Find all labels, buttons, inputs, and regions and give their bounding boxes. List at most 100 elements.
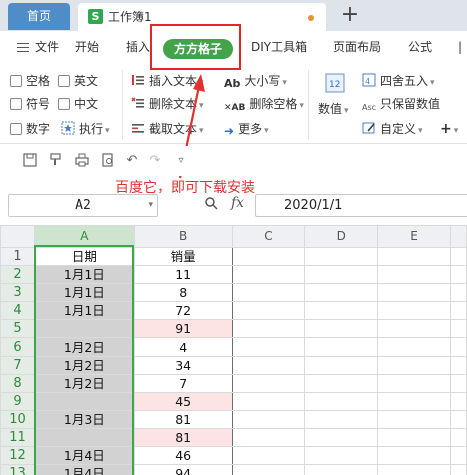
cell-b[interactable]: 72 [133,301,233,321]
cell-e[interactable] [377,373,451,393]
checkbox-box[interactable] [10,98,22,110]
delete-space-button[interactable]: ✕AB 删除空格 ▾ [224,95,304,115]
cell-overflow[interactable] [450,355,467,375]
row-header[interactable]: 5 [0,319,35,339]
menu-diy-toolbox[interactable]: DIY工具箱 [251,31,307,64]
save-icon[interactable] [22,153,38,169]
cell-a[interactable]: 1月3日 [33,409,135,429]
cell-b[interactable]: 46 [133,446,233,466]
redo-icon[interactable]: ↷ [147,153,163,169]
execute-button[interactable]: 执行 ▾ [61,120,110,140]
fx-icon[interactable]: fx [231,195,244,211]
cell-c[interactable] [231,283,306,303]
cell-b[interactable]: 81 [133,427,233,448]
cell-d[interactable] [304,409,379,429]
cell-e[interactable] [377,301,451,321]
checkbox-box[interactable] [58,98,70,110]
menu-page-layout[interactable]: 页面布局 [333,31,381,64]
cell-b[interactable]: 34 [133,355,233,375]
cell-overflow[interactable] [450,283,467,303]
cell-a[interactable] [33,319,135,339]
row-header[interactable]: 2 [0,265,35,285]
cell-d[interactable] [304,464,379,475]
customize-dropdown-icon[interactable]: ▿ [173,153,189,169]
menu-formula[interactable]: 公式 [408,31,432,64]
row-header[interactable]: 8 [0,373,35,393]
row-header[interactable]: 9 [0,391,35,411]
cell-d[interactable] [304,373,379,393]
cell-b[interactable]: 销量 [133,246,233,267]
cell-c[interactable] [231,409,306,429]
row-header[interactable]: 6 [0,337,35,357]
row-header[interactable]: 10 [0,409,35,429]
cell-e[interactable] [377,464,451,475]
extract-text-button[interactable]: 截取文本 ▾ [131,120,204,140]
checkbox-symbol[interactable]: 符号 [10,95,50,113]
format-painter-icon[interactable] [48,153,64,169]
cell-c[interactable] [231,355,306,375]
cell-c[interactable] [231,427,306,448]
undo-icon[interactable]: ↶ [124,153,140,169]
cell-overflow[interactable] [450,373,467,393]
cell-c[interactable] [231,391,306,411]
cell-b[interactable]: 81 [133,409,233,429]
checkbox-box[interactable] [58,75,70,87]
cell-c[interactable] [231,265,306,285]
row-header[interactable]: 4 [0,301,35,321]
cell-d[interactable] [304,355,379,375]
cell-e[interactable] [377,355,451,375]
insert-text-button[interactable]: 插入文本 ▾ [131,72,204,92]
cell-c[interactable] [231,337,306,357]
cell-a[interactable]: 1月4日 [33,446,135,466]
delete-text-button[interactable]: 删除文本 ▾ [131,95,204,115]
cell-e[interactable] [377,446,451,466]
menu-start[interactable]: 开始 [75,31,99,64]
plus-icon[interactable]: + ▾ [440,120,458,140]
cell-c[interactable] [231,246,306,267]
cell-a[interactable]: 日期 [33,246,135,267]
cell-e[interactable] [377,337,451,357]
cell-c[interactable] [231,373,306,393]
cell-a[interactable]: 1月1日 [33,265,135,285]
row-header[interactable]: 1 [0,246,35,267]
cell-d[interactable] [304,319,379,339]
menu-overflow[interactable]: | [458,31,462,64]
checkbox-chinese[interactable]: 中文 [58,95,98,113]
cell-d[interactable] [304,427,379,448]
keep-value-button[interactable]: Asc 只保留数值 [362,95,440,113]
cell-e[interactable] [377,427,451,448]
tab-home[interactable]: 首页 [8,3,70,30]
row-header[interactable]: 3 [0,283,35,303]
select-all-corner[interactable] [0,225,35,248]
row-header[interactable]: 12 [0,446,35,466]
cell-d[interactable] [304,337,379,357]
cell-overflow[interactable] [450,246,467,267]
column-header-b[interactable]: B [133,225,233,248]
case-button[interactable]: Ab 大小写 ▾ [224,72,287,92]
cell-overflow[interactable] [450,464,467,475]
row-header[interactable]: 11 [0,427,35,448]
cell-b[interactable]: 4 [133,337,233,357]
spreadsheet-grid[interactable]: A B C D E 1 日期 销量 2 1月1日 11 3 1月1日 8 4 1月1日 72 5 91 6 1月2日 4 7… [0,225,467,475]
cell-c[interactable] [231,301,306,321]
column-header-e[interactable]: E [377,225,451,248]
menu-insert[interactable]: 插入 [126,31,150,64]
cell-a[interactable] [33,427,135,448]
cell-b[interactable]: 11 [133,265,233,285]
cell-d[interactable] [304,265,379,285]
cell-a[interactable]: 1月2日 [33,373,135,393]
value-button[interactable]: 12 数值 ▾ [318,72,354,132]
checkbox-number[interactable]: 数字 [10,120,50,138]
cell-overflow[interactable] [450,265,467,285]
cell-a[interactable]: 1月4日 [33,464,135,475]
custom-button[interactable]: 自定义 ▾ [362,120,423,140]
cell-d[interactable] [304,391,379,411]
name-box[interactable]: A2 ▾ [8,194,158,217]
cell-b[interactable]: 94 [133,464,233,475]
cell-overflow[interactable] [450,409,467,429]
cell-c[interactable] [231,319,306,339]
cell-d[interactable] [304,246,379,267]
menu-file[interactable]: 文件 [35,31,59,64]
cell-a[interactable]: 1月2日 [33,337,135,357]
cell-c[interactable] [231,464,306,475]
